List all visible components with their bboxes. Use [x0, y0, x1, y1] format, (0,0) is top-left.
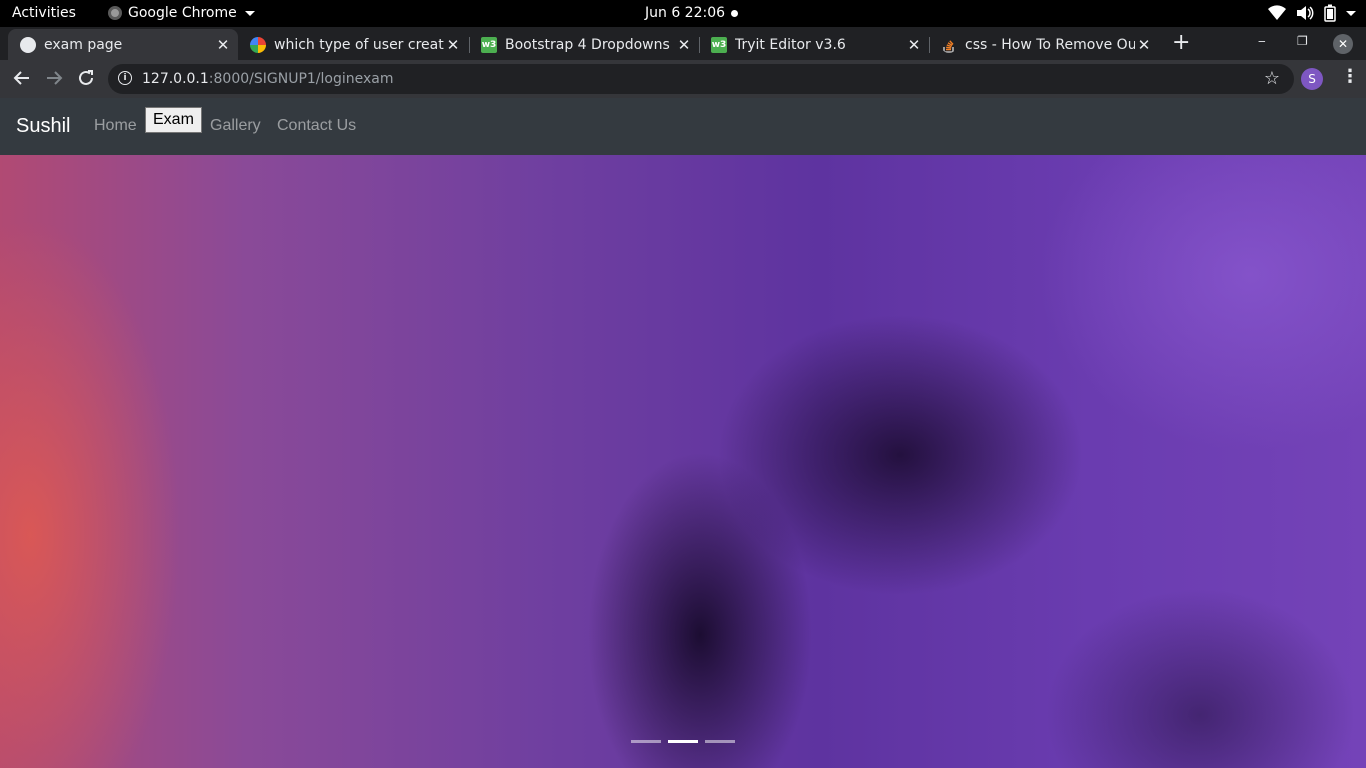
url-text: 127.0.0.1:8000/SIGNUP1/loginexam: [142, 71, 393, 87]
close-icon[interactable]: ✕: [444, 36, 462, 54]
app-name: Google Chrome: [128, 5, 237, 21]
tab-title: which type of user creat·: [274, 36, 444, 53]
new-tab-plus-icon[interactable]: +: [1172, 32, 1190, 54]
tab-bootstrap-dropdowns[interactable]: w3 Bootstrap 4 Dropdowns ✕: [469, 29, 699, 60]
carousel-indicator-2[interactable]: [668, 740, 698, 743]
close-icon[interactable]: ✕: [675, 36, 693, 54]
caret-down-icon: [244, 10, 255, 16]
w3schools-icon: w3: [481, 36, 497, 53]
close-icon[interactable]: ✕: [1135, 36, 1153, 54]
tab-title: css - How To Remove Ou: [965, 36, 1135, 53]
info-icon[interactable]: i: [118, 71, 132, 85]
address-bar[interactable]: i 127.0.0.1:8000/SIGNUP1/loginexam ☆: [108, 64, 1294, 94]
nav-link-home[interactable]: Home: [94, 117, 137, 135]
tab-google-search[interactable]: which type of user creat· ✕: [238, 29, 468, 60]
tab-title: exam page: [44, 36, 123, 53]
navbar-brand[interactable]: Sushil: [16, 115, 70, 138]
globe-icon: [20, 36, 36, 53]
nav-link-gallery[interactable]: Gallery: [210, 117, 261, 135]
nav-link-exam[interactable]: Exam: [145, 107, 202, 133]
wifi-icon: [1268, 5, 1286, 21]
tab-exam-page[interactable]: exam page ✕: [8, 29, 238, 60]
close-icon[interactable]: ✕: [905, 36, 923, 54]
activities-button[interactable]: Activities: [12, 5, 76, 21]
url-host: 127.0.0.1: [142, 71, 209, 87]
datetime: Jun 6 22:06: [645, 5, 726, 21]
nav-link-contact-us[interactable]: Contact Us: [277, 117, 356, 135]
carousel-slide-image: [0, 155, 1366, 768]
restore-icon[interactable]: ❐: [1297, 34, 1308, 48]
stackoverflow-icon: [943, 39, 954, 53]
chrome-icon: [108, 6, 122, 20]
system-top-bar: Activities Google Chrome Jun 6 22:06: [0, 0, 1366, 27]
volume-icon: [1297, 6, 1314, 20]
bookmark-star-icon[interactable]: ☆: [1264, 68, 1280, 89]
profile-avatar[interactable]: S: [1301, 68, 1323, 90]
tab-title: Tryit Editor v3.6: [735, 36, 846, 53]
back-arrow-icon[interactable]: [13, 69, 31, 87]
web-page: Sushil Home Exam Gallery Contact Us: [0, 98, 1366, 768]
carousel-indicator-3[interactable]: [705, 740, 735, 743]
notification-dot-icon: [731, 9, 739, 17]
tab-title: Bootstrap 4 Dropdowns: [505, 36, 670, 53]
close-icon[interactable]: ✕: [214, 36, 232, 54]
tab-tryit-editor[interactable]: w3 Tryit Editor v3.6 ✕: [699, 29, 929, 60]
more-menu-icon[interactable]: ⋮: [1341, 68, 1359, 86]
tab-stackoverflow[interactable]: css - How To Remove Ou ✕: [929, 29, 1159, 60]
minimize-icon[interactable]: ‒: [1258, 34, 1266, 48]
battery-icon: [1324, 4, 1336, 22]
app-menu[interactable]: Google Chrome: [108, 5, 255, 21]
w3schools-icon: w3: [711, 36, 727, 53]
clock[interactable]: Jun 6 22:06: [645, 5, 739, 21]
carousel-indicator-1[interactable]: [631, 740, 661, 743]
carousel-indicators: [631, 740, 735, 743]
system-tray[interactable]: [1268, 4, 1356, 22]
tab-strip: exam page ✕ which type of user creat· ✕ …: [0, 27, 1366, 60]
forward-arrow-icon[interactable]: [45, 69, 63, 87]
site-navbar: Sushil Home Exam Gallery Contact Us: [0, 98, 1366, 155]
google-icon: [250, 36, 266, 53]
reload-icon[interactable]: [77, 69, 95, 87]
power-menu-caret-icon: [1346, 11, 1356, 16]
window-close-icon[interactable]: ✕: [1333, 34, 1353, 54]
url-path: :8000/SIGNUP1/loginexam: [208, 71, 394, 87]
